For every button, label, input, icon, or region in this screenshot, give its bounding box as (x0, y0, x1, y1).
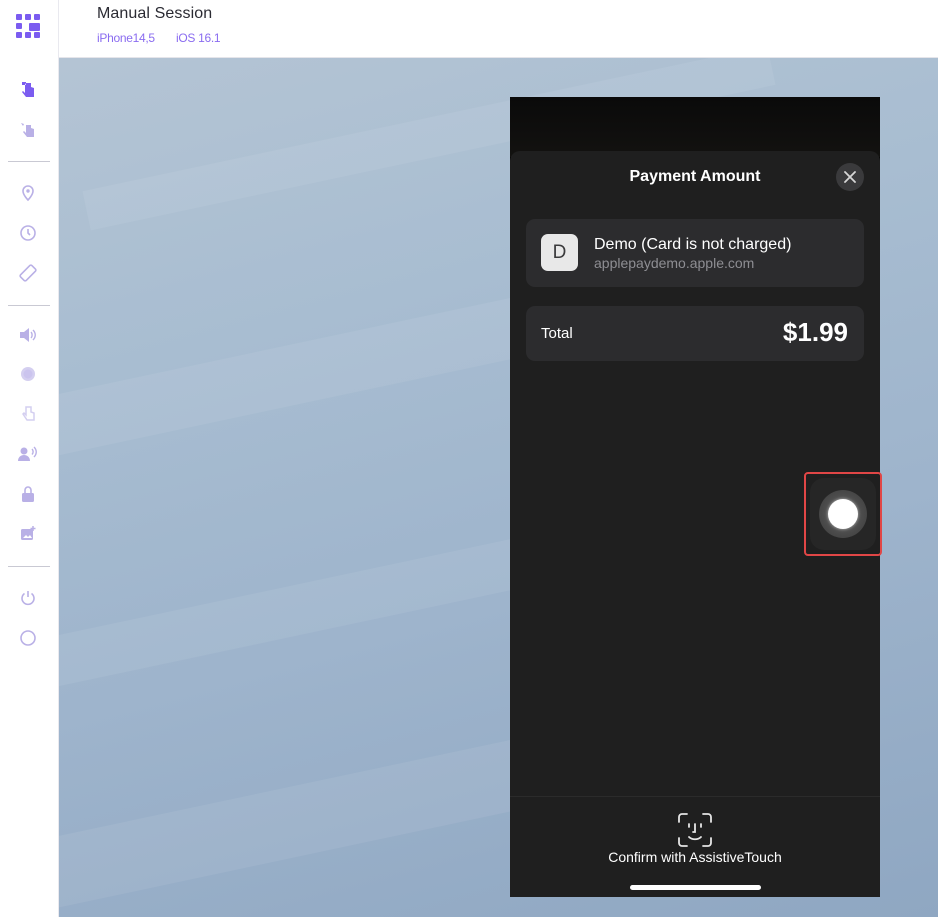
location-icon[interactable] (16, 181, 40, 205)
assistive-touch-ring (819, 490, 867, 538)
payment-title: Payment Amount (629, 168, 761, 185)
power-icon[interactable] (16, 586, 40, 610)
confirm-text: Confirm with AssistiveTouch (608, 849, 782, 865)
left-toolbar (0, 0, 59, 917)
image-add-icon[interactable] (16, 522, 40, 546)
total-label: Total (541, 325, 573, 342)
status-area (510, 97, 880, 157)
session-title: Manual Session (97, 5, 213, 22)
touch-icon[interactable] (16, 77, 40, 101)
close-icon (844, 171, 856, 183)
rotate-icon[interactable] (16, 261, 40, 285)
clock-icon[interactable] (16, 221, 40, 245)
settings-gear-icon[interactable] (16, 362, 40, 386)
total-card: Total $1.99 (526, 306, 864, 361)
hand-icon[interactable] (16, 402, 40, 426)
session-header: Manual Session iPhone14,5 iOS 16.1 (59, 0, 938, 58)
sheet-divider (510, 796, 880, 797)
app-logo-icon[interactable] (14, 12, 42, 40)
device-label: iPhone14,5 (97, 31, 155, 45)
home-indicator[interactable] (630, 885, 761, 890)
face-id-icon (678, 813, 712, 847)
close-button[interactable] (836, 163, 864, 191)
home-circle-icon[interactable] (16, 626, 40, 650)
merchant-name: Demo (Card is not charged) (594, 236, 792, 253)
gesture-icon[interactable] (16, 118, 40, 142)
assistive-touch-icon (828, 499, 858, 529)
merchant-card[interactable]: D Demo (Card is not charged) applepaydem… (526, 219, 864, 287)
assistive-touch-highlight (804, 472, 882, 556)
assistive-touch-button[interactable] (810, 478, 876, 550)
lock-icon[interactable] (16, 482, 40, 506)
os-version-label: iOS 16.1 (176, 31, 221, 45)
volume-icon[interactable] (16, 323, 40, 347)
toolbar-divider (8, 305, 50, 306)
total-amount: $1.99 (782, 317, 848, 347)
toolbar-divider (8, 161, 50, 162)
merchant-url: applepaydemo.apple.com (594, 255, 755, 271)
voice-user-icon[interactable] (16, 442, 40, 466)
merchant-avatar: D (541, 234, 578, 271)
toolbar-divider (8, 566, 50, 567)
